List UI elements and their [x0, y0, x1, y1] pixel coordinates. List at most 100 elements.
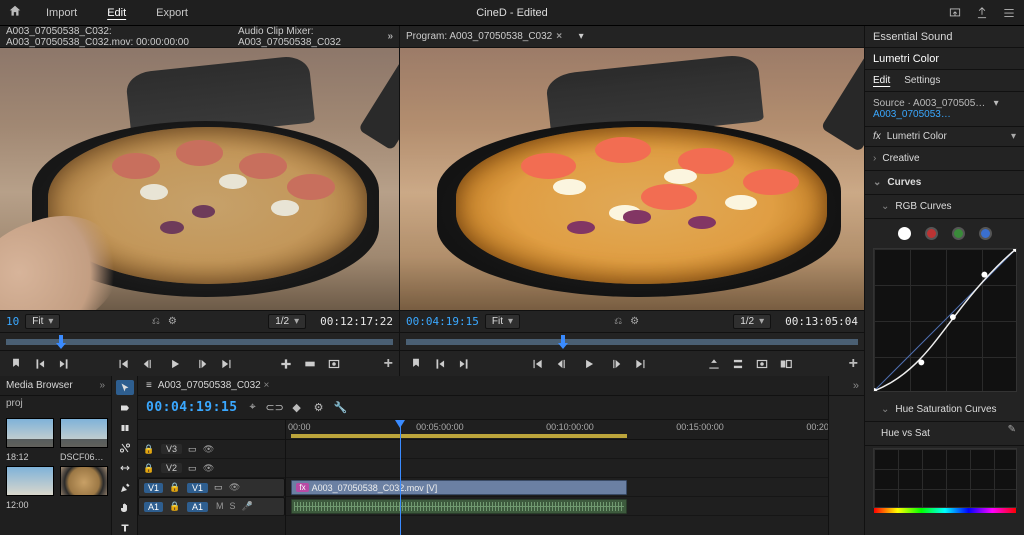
razor-tool-icon[interactable] — [116, 440, 134, 455]
export-frame-icon[interactable] — [752, 355, 772, 373]
lock-icon[interactable]: 🔒 — [143, 443, 155, 455]
lane-v1[interactable]: fx A003_07050538_C032.mov [V] — [286, 478, 828, 497]
source-tab-clip[interactable]: A003_07050538_C032: A003_07050538_C032.m… — [6, 26, 224, 48]
eye-icon[interactable]: 👁 — [229, 482, 241, 494]
export-frame-icon[interactable] — [324, 355, 344, 373]
lumetri-color-tab[interactable]: Lumetri Color — [865, 48, 1024, 70]
program-fit-select[interactable]: Fit▾ — [485, 314, 520, 329]
source-patch-v1[interactable]: V1 — [144, 483, 163, 493]
rgb-dot-master[interactable] — [898, 227, 911, 240]
media-browser-overflow[interactable]: » — [99, 380, 105, 391]
program-video[interactable] — [400, 48, 864, 310]
media-thumb[interactable] — [60, 418, 108, 448]
go-to-out-icon[interactable] — [631, 355, 651, 373]
track-select-tool-icon[interactable] — [116, 400, 134, 415]
menu-export[interactable]: Export — [150, 3, 194, 23]
go-to-out-icon[interactable] — [217, 355, 237, 373]
share-icon[interactable] — [974, 5, 989, 20]
program-tab[interactable]: Program: A003_07050538_C032 × — [406, 31, 562, 42]
section-rgb-curves[interactable]: ⌄ RGB Curves — [865, 195, 1024, 219]
program-reset-icon[interactable]: ⎌ — [614, 316, 622, 327]
lumetri-tab-settings[interactable]: Settings — [904, 75, 940, 86]
settings-icon[interactable]: ⚙ — [312, 401, 326, 415]
section-curves[interactable]: ⌄ Curves — [865, 171, 1024, 195]
lift-icon[interactable] — [704, 355, 724, 373]
wrench-icon[interactable]: 🔧 — [334, 401, 348, 415]
chevron-down-icon[interactable]: ▾ — [1011, 131, 1016, 142]
rgb-curve-editor[interactable] — [873, 248, 1017, 392]
track-header-a1[interactable]: A1 🔒 A1 M S 🎤 — [138, 497, 285, 516]
sequence-tab[interactable]: A003_07050538_C032 × — [158, 380, 270, 391]
close-icon[interactable]: × — [556, 31, 562, 42]
linked-selection-icon[interactable]: ⊂⊃ — [268, 401, 282, 415]
source-scrub-bar[interactable] — [0, 332, 399, 350]
program-tc-in[interactable]: 00:04:19:15 — [406, 315, 479, 328]
selection-tool-icon[interactable] — [116, 380, 134, 395]
aux-panel-overflow[interactable]: » — [829, 376, 864, 396]
section-hue-sat-curves[interactable]: ⌄ Hue Saturation Curves — [865, 398, 1024, 422]
step-fwd-icon[interactable] — [605, 355, 625, 373]
timeline-playhead-tc[interactable]: 00:04:19:15 — [146, 400, 238, 415]
lumetri-source-clip[interactable]: A003_0705053… — [873, 109, 951, 120]
playhead-line[interactable] — [400, 420, 401, 535]
extract-icon[interactable] — [728, 355, 748, 373]
source-tc-in[interactable]: 10 — [6, 315, 19, 328]
source-patch-a1[interactable]: A1 — [144, 502, 163, 512]
in-point-icon[interactable] — [430, 355, 450, 373]
slip-tool-icon[interactable] — [116, 460, 134, 475]
workspace-icon[interactable] — [1001, 5, 1016, 20]
rgb-dot-blue[interactable] — [979, 227, 992, 240]
toggle-output-icon[interactable]: ▭ — [188, 463, 197, 474]
play-icon[interactable] — [579, 355, 599, 373]
toggle-output-icon[interactable]: ▭ — [214, 482, 223, 493]
media-browser-path[interactable]: proj — [0, 396, 111, 414]
go-to-in-icon[interactable] — [527, 355, 547, 373]
lumetri-fx-row[interactable]: fx Lumetri Color ▾ — [865, 127, 1024, 147]
in-point-icon[interactable] — [30, 355, 50, 373]
add-marker-icon[interactable] — [406, 355, 426, 373]
lumetri-tab-edit[interactable]: Edit — [873, 75, 890, 86]
lane-v3[interactable] — [286, 440, 828, 459]
hand-tool-icon[interactable] — [116, 500, 134, 515]
type-tool-icon[interactable] — [116, 520, 134, 535]
home-icon[interactable] — [8, 4, 22, 21]
close-icon[interactable]: × — [264, 380, 270, 391]
media-thumb[interactable] — [60, 466, 108, 496]
go-to-in-icon[interactable] — [113, 355, 133, 373]
media-thumb[interactable] — [6, 418, 54, 448]
track-header-v2[interactable]: 🔒 V2 ▭ 👁 — [138, 459, 285, 478]
source-add-button[interactable]: + — [384, 355, 393, 373]
media-browser-tab[interactable]: Media Browser » — [0, 376, 111, 396]
step-fwd-icon[interactable] — [191, 355, 211, 373]
marker-icon[interactable]: ◆ — [290, 401, 304, 415]
hue-vs-sat-editor[interactable] — [873, 448, 1017, 508]
section-hue-vs-sat[interactable]: Hue vs Sat ✎ — [865, 422, 1024, 446]
lock-icon[interactable]: 🔒 — [143, 462, 155, 474]
eye-icon[interactable]: 👁 — [203, 462, 215, 474]
lock-icon[interactable]: 🔒 — [169, 501, 181, 513]
section-creative[interactable]: › Creative — [865, 147, 1024, 171]
toggle-output-icon[interactable]: ▭ — [188, 444, 197, 455]
lane-v2[interactable] — [286, 459, 828, 478]
out-point-icon[interactable] — [54, 355, 74, 373]
essential-sound-tab[interactable]: Essential Sound — [865, 26, 1024, 48]
track-header-v3[interactable]: 🔒 V3 ▭ 👁 — [138, 440, 285, 459]
overwrite-icon[interactable] — [300, 355, 320, 373]
program-settings-icon[interactable]: ⚙ — [630, 316, 639, 327]
source-reset-icon[interactable]: ⎌ — [152, 316, 160, 327]
source-zoom-select[interactable]: 1/2▾ — [268, 314, 306, 329]
source-video[interactable] — [0, 48, 399, 310]
eye-icon[interactable]: 👁 — [203, 443, 215, 455]
menu-edit[interactable]: Edit — [101, 3, 132, 23]
step-back-icon[interactable] — [139, 355, 159, 373]
compare-icon[interactable] — [776, 355, 796, 373]
timeline-ruler[interactable]: 00:00 00:05:00:00 00:10:00:00 00:15:00:0… — [286, 420, 828, 440]
eyedropper-icon[interactable]: ✎ — [1008, 424, 1016, 435]
track-header-v1[interactable]: V1 🔒 V1 ▭ 👁 — [138, 478, 285, 497]
step-back-icon[interactable] — [553, 355, 573, 373]
quick-export-icon[interactable] — [947, 5, 962, 20]
chevron-down-icon[interactable]: ▾ — [994, 98, 999, 109]
program-scrub-bar[interactable] — [400, 332, 864, 350]
media-thumb[interactable] — [6, 466, 54, 496]
rgb-dot-green[interactable] — [952, 227, 965, 240]
